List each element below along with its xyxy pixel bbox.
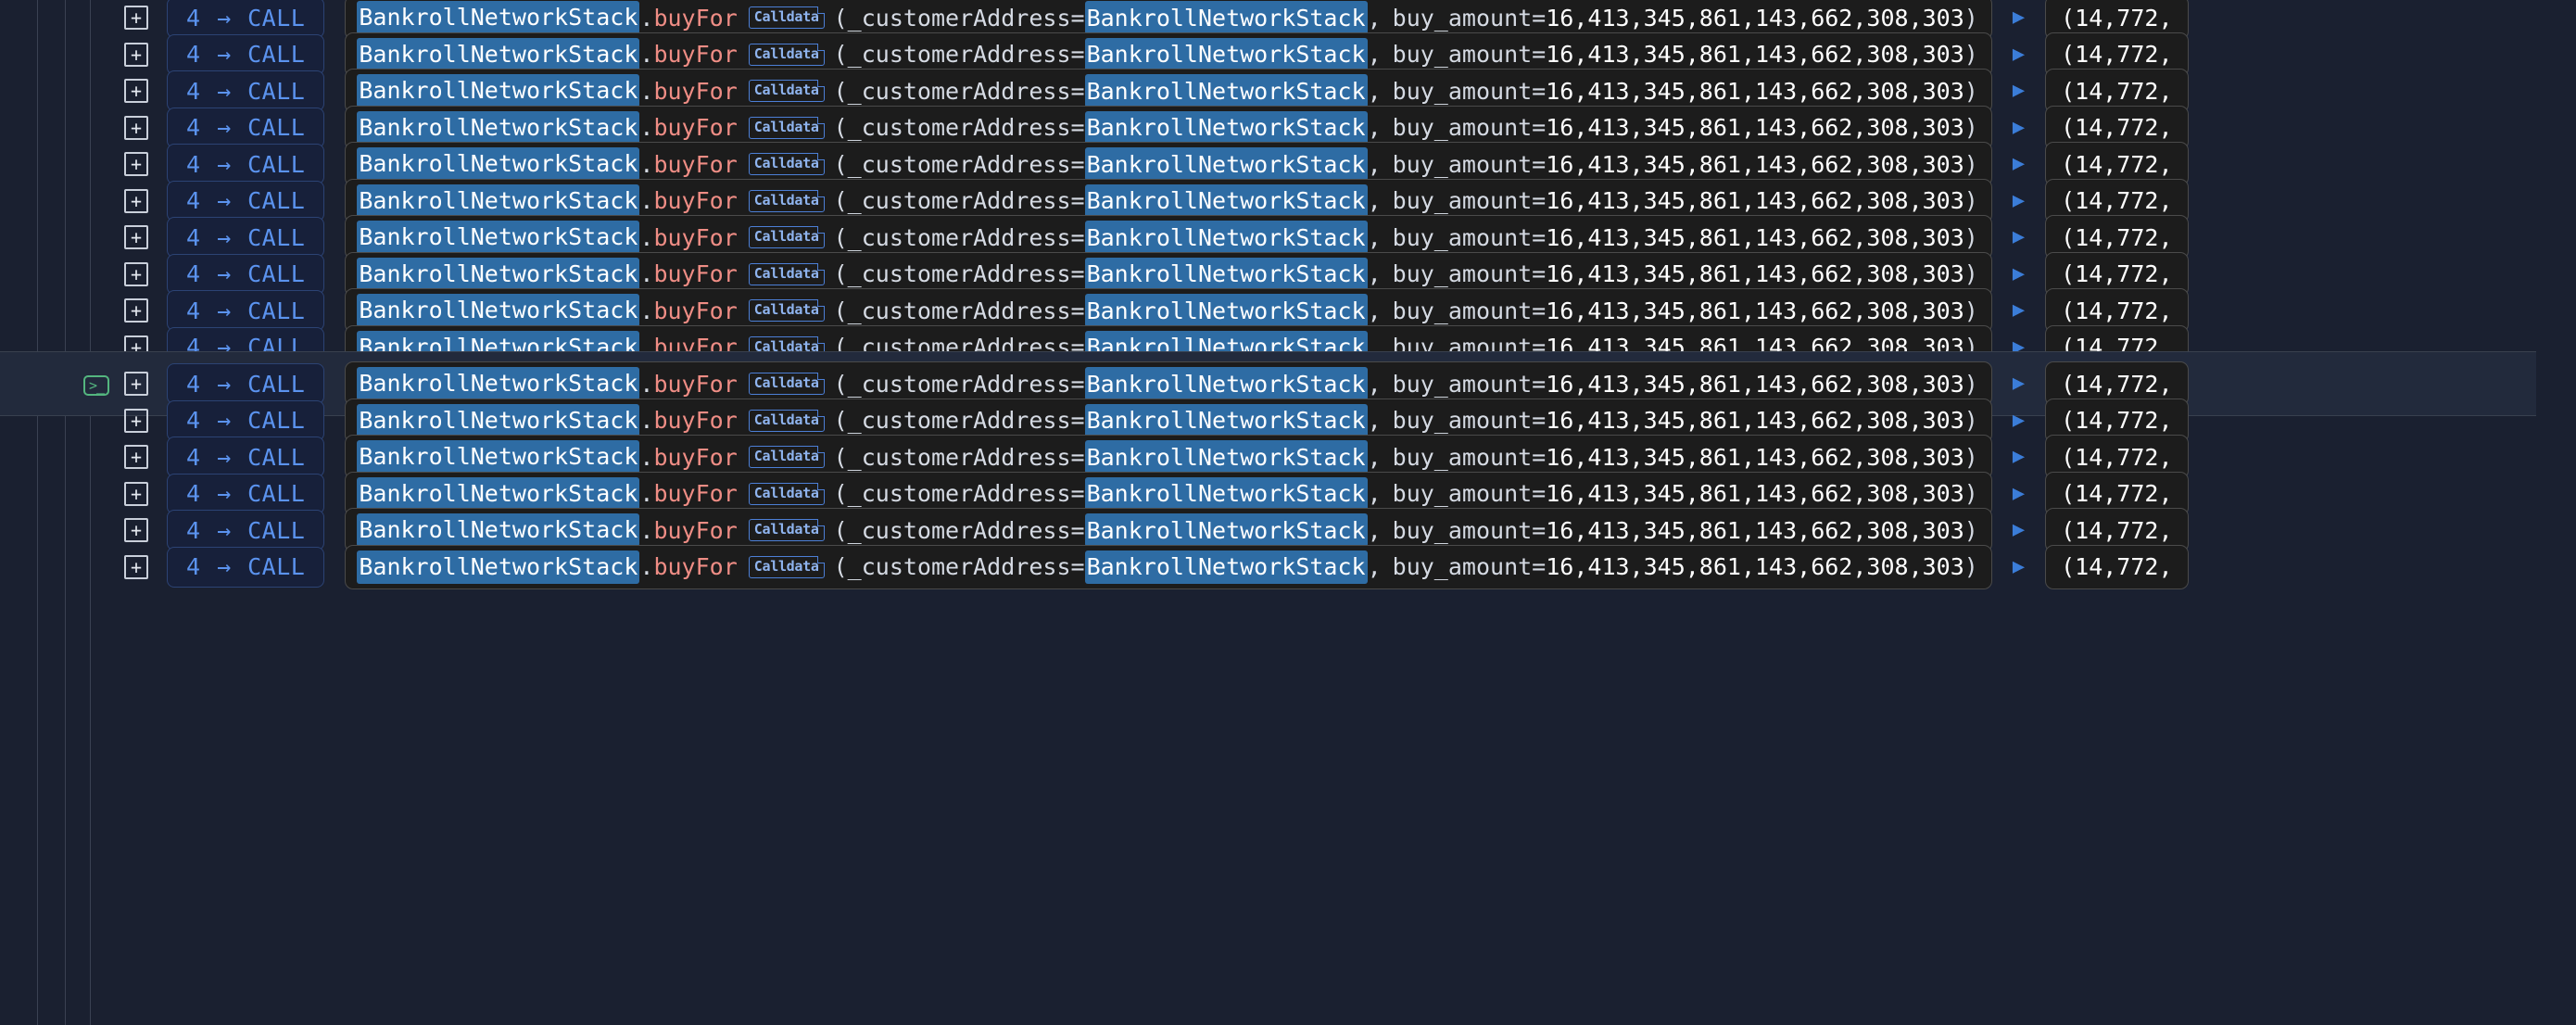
- calldata-badge[interactable]: Calldata: [748, 555, 825, 578]
- open-paren: (: [833, 553, 848, 580]
- row-gutter: >_: [0, 535, 91, 600]
- expand-frame-button[interactable]: +: [124, 554, 148, 579]
- argument-name-buy-amount: buy_amount: [1392, 553, 1533, 580]
- expander-label: +: [130, 555, 143, 578]
- function-name: buyFor: [653, 553, 738, 580]
- result-arrow-icon: ▶: [2012, 554, 2026, 578]
- argument-name-customer-address: _customerAddress: [847, 553, 1071, 580]
- argument-separator: ,: [1367, 553, 1382, 580]
- equals-sign-2: =: [1532, 553, 1547, 580]
- return-value-text: (14,772,: [2061, 553, 2173, 580]
- contract-name: BankrollNetworkStack: [357, 550, 640, 584]
- return-value[interactable]: (14,772,: [2045, 544, 2189, 589]
- argument-value-buy-amount: 16,413,345,861,143,662,308,303: [1546, 553, 1964, 580]
- arrow-right-icon: →: [217, 553, 232, 580]
- equals-sign-1: =: [1070, 553, 1085, 580]
- right-rail: [2536, 0, 2576, 1025]
- member-separator: .: [639, 553, 654, 580]
- call-depth-chip[interactable]: 4 → CALL: [167, 546, 325, 588]
- argument-value-customer-address: BankrollNetworkStack: [1084, 550, 1368, 584]
- close-paren: ): [1964, 553, 1978, 580]
- call-kind-label: CALL: [247, 553, 306, 580]
- call-signature[interactable]: BankrollNetworkStack. buyFor Calldata (_cus…: [345, 544, 1992, 589]
- call-trace-viewer: >_ +4 → CALL BankrollNetworkStack.buyFor Call…: [0, 0, 2576, 1025]
- call-depth: 4: [186, 553, 201, 580]
- trace-row[interactable]: >_ +4 → CALL BankrollNetworkStack.buyFor Call…: [0, 535, 2576, 600]
